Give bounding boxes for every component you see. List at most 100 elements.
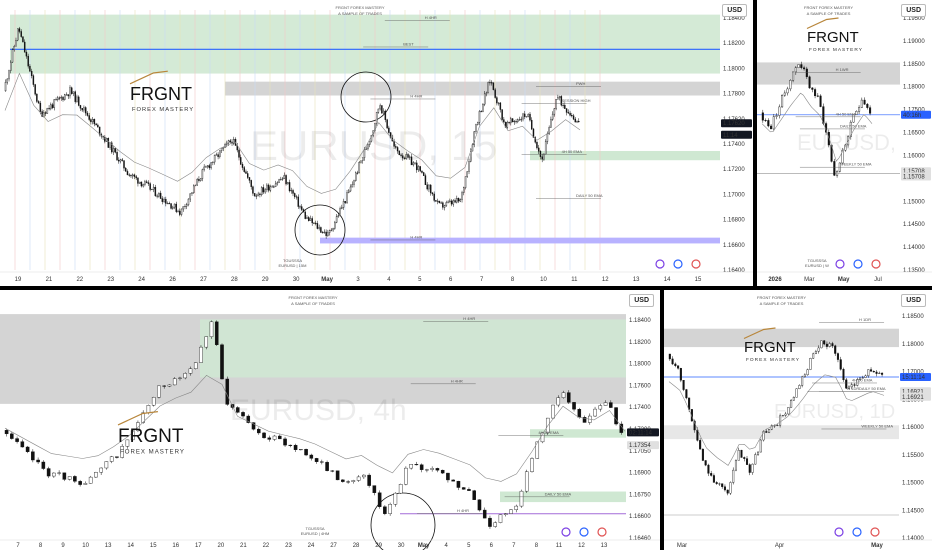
candle[interactable] (158, 192, 160, 197)
candle[interactable] (29, 65, 31, 72)
chart-panel-weekly[interactable]: EURUSD, W FRGNT FOREX MASTERY A SAMPLE OF … (757, 0, 932, 286)
candle[interactable] (786, 88, 789, 94)
candle[interactable] (614, 407, 618, 425)
candle[interactable] (348, 190, 350, 193)
candle[interactable] (288, 182, 291, 192)
candle[interactable] (30, 70, 33, 76)
candle[interactable] (867, 369, 870, 377)
candle[interactable] (37, 101, 40, 104)
candle[interactable] (257, 428, 261, 434)
candle[interactable] (530, 458, 534, 472)
candle[interactable] (834, 345, 837, 354)
candle[interactable] (97, 124, 99, 128)
candle[interactable] (137, 177, 139, 184)
candle[interactable] (677, 365, 680, 369)
candle[interactable] (74, 91, 76, 102)
chart-weekly-svg[interactable]: EURUSD, WFRGNT FOREX MASTERYA SAMPLE OF … (757, 0, 932, 286)
candle[interactable] (761, 112, 764, 121)
candle[interactable] (57, 97, 59, 101)
candle[interactable] (130, 175, 132, 177)
candle[interactable] (283, 438, 287, 446)
candle[interactable] (447, 201, 449, 203)
candle[interactable] (252, 186, 254, 194)
candle[interactable] (808, 76, 811, 89)
candle[interactable] (281, 178, 284, 180)
candle[interactable] (386, 119, 388, 129)
candle[interactable] (553, 108, 556, 115)
candle[interactable] (472, 490, 476, 500)
candle[interactable] (361, 157, 364, 161)
candle[interactable] (803, 374, 806, 378)
candle[interactable] (779, 415, 782, 426)
candle[interactable] (64, 94, 66, 100)
candle[interactable] (567, 112, 570, 114)
candle[interactable] (309, 454, 314, 459)
candle[interactable] (318, 227, 320, 229)
candle[interactable] (433, 193, 435, 201)
candle[interactable] (31, 451, 35, 461)
candle[interactable] (356, 172, 359, 174)
candle[interactable] (783, 92, 786, 96)
candle[interactable] (94, 472, 98, 478)
candle[interactable] (416, 162, 418, 171)
candle[interactable] (255, 195, 258, 197)
candle[interactable] (393, 140, 395, 147)
candle[interactable] (422, 172, 425, 176)
candle[interactable] (50, 104, 52, 110)
candle[interactable] (245, 171, 247, 174)
candle[interactable] (316, 223, 319, 229)
candle[interactable] (71, 87, 73, 94)
candle[interactable] (309, 218, 312, 221)
candle[interactable] (166, 203, 169, 205)
candle[interactable] (823, 340, 826, 345)
candle[interactable] (461, 192, 463, 200)
candle[interactable] (280, 179, 282, 181)
candle[interactable] (313, 222, 315, 224)
candle[interactable] (551, 113, 554, 120)
candle[interactable] (421, 170, 423, 173)
candle[interactable] (260, 187, 263, 196)
candle[interactable] (858, 107, 861, 112)
candle[interactable] (806, 369, 809, 376)
candle[interactable] (430, 468, 434, 470)
candle[interactable] (86, 112, 89, 116)
candle[interactable] (800, 64, 803, 68)
candle[interactable] (424, 175, 427, 186)
candle[interactable] (456, 198, 458, 203)
candle[interactable] (210, 162, 212, 169)
candle[interactable] (674, 363, 677, 366)
candle[interactable] (73, 476, 77, 482)
candle[interactable] (193, 362, 198, 369)
candle[interactable] (446, 472, 450, 481)
candle[interactable] (425, 469, 429, 471)
event-flag-icon[interactable] (597, 527, 607, 537)
candle[interactable] (334, 222, 336, 229)
candle[interactable] (485, 92, 488, 95)
candle[interactable] (531, 119, 533, 130)
candle[interactable] (266, 184, 268, 190)
candle[interactable] (235, 407, 240, 413)
candle[interactable] (809, 358, 812, 370)
candle[interactable] (184, 205, 186, 207)
candle[interactable] (497, 102, 500, 104)
candle[interactable] (831, 343, 834, 347)
candle[interactable] (811, 87, 814, 90)
candle[interactable] (204, 336, 209, 348)
candle[interactable] (67, 476, 72, 480)
candle[interactable] (404, 467, 408, 485)
candle[interactable] (536, 142, 538, 149)
candle[interactable] (360, 160, 362, 163)
candle[interactable] (520, 118, 523, 121)
candle[interactable] (51, 104, 54, 108)
candle[interactable] (13, 45, 15, 51)
candle[interactable] (314, 222, 317, 224)
event-flag-icon[interactable] (579, 527, 589, 537)
candle[interactable] (165, 198, 167, 204)
candle[interactable] (18, 28, 21, 32)
event-flag-icon[interactable] (561, 527, 571, 537)
candle[interactable] (569, 112, 571, 116)
candle[interactable] (398, 150, 401, 156)
candle[interactable] (307, 217, 310, 221)
candle[interactable] (362, 474, 366, 478)
currency-label[interactable]: USD (901, 4, 926, 17)
